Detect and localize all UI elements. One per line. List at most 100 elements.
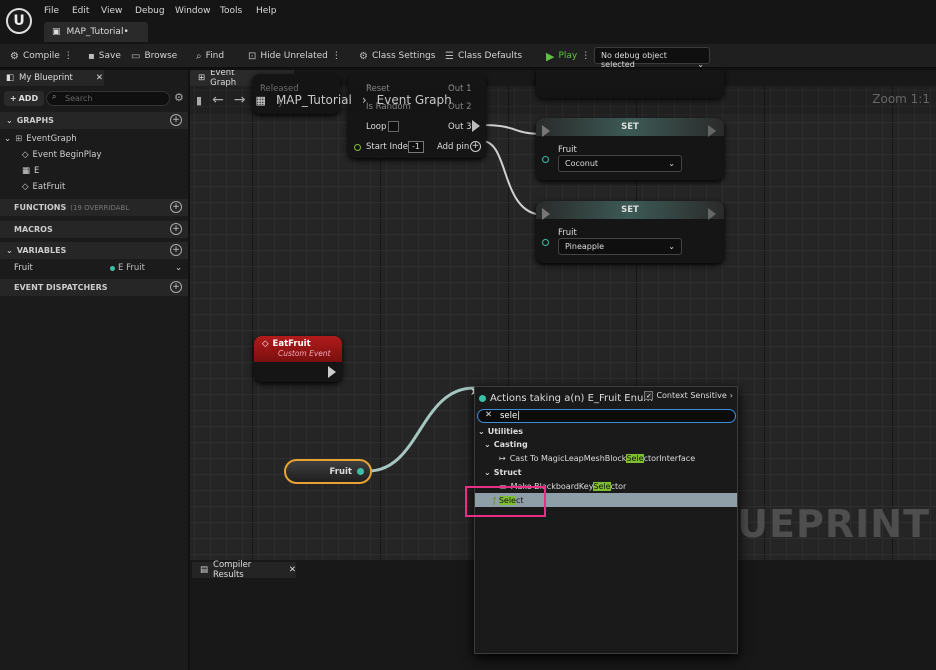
fruit-value-dropdown[interactable]: Pineapple ⌄ [558, 238, 682, 255]
category-casting[interactable]: ⌄ Casting [475, 437, 737, 451]
functions-section-header[interactable]: FUNCTIONS (19 OVERRIDABL + [0, 199, 188, 216]
set-node-pineapple[interactable]: SET Fruit Pineapple ⌄ [536, 201, 724, 263]
start-index-input[interactable]: -1 [408, 141, 424, 153]
add-graph-icon[interactable]: + [170, 114, 182, 126]
start-index-pin[interactable] [354, 144, 361, 151]
add-function-icon[interactable]: + [170, 201, 182, 213]
compiler-results-tab[interactable]: ▤ Compiler Results ✕ [192, 560, 296, 580]
variable-type[interactable]: E Fruit [110, 263, 145, 273]
start-index-label: Start Index [366, 142, 413, 152]
variables-header-label: VARIABLES [16, 246, 67, 255]
menu-view[interactable]: View [101, 6, 122, 16]
add-dispatcher-icon[interactable]: + [170, 281, 182, 293]
fruit-getter-out-pin[interactable] [357, 468, 364, 475]
add-pin-label[interactable]: Add pin [437, 142, 469, 152]
action-search-input[interactable]: ✕ sele| [477, 409, 736, 423]
add-macro-icon[interactable]: + [170, 223, 182, 235]
hide-unrelated-options-icon[interactable]: ⋮ [332, 51, 341, 61]
tree-item-eventgraph[interactable]: ⌄ ⊞ EventGraph [0, 131, 188, 147]
menu-edit[interactable]: Edit [72, 6, 89, 16]
action-cast-to-selector-interface[interactable]: ↦ Cast To MagicLeapMeshBlock Sele ctorInter… [475, 451, 737, 465]
save-icon: ▪ [88, 50, 95, 62]
out3-exec-pin[interactable] [472, 120, 480, 132]
action-menu: Actions taking a(n) E_Fruit Enum ✓ Contex… [474, 386, 738, 654]
close-icon[interactable]: ✕ [289, 565, 296, 575]
fruit-enum-pin[interactable] [542, 156, 549, 163]
settings-gear-icon[interactable]: ⚙ [174, 91, 184, 104]
close-icon[interactable]: ✕ [96, 73, 103, 83]
class-settings-button[interactable]: ⚙ Class Settings [359, 48, 435, 64]
exec-in-pin[interactable] [542, 208, 550, 220]
menu-window[interactable]: Window [175, 6, 211, 16]
set-node-coconut[interactable]: SET Fruit Coconut ⌄ [536, 118, 724, 180]
loop-checkbox[interactable] [388, 121, 399, 132]
unreal-logo-icon[interactable]: U [6, 8, 32, 34]
fruit-enum-pin[interactable] [542, 239, 549, 246]
variable-row-fruit[interactable]: Fruit E Fruit ⌄ [0, 260, 188, 276]
find-button[interactable]: ⌕ Find [196, 48, 224, 64]
menu-file[interactable]: File [44, 6, 59, 16]
gear-icon: ⚙ [359, 50, 368, 62]
find-icon: ⌕ [196, 50, 202, 62]
exec-out-pin[interactable] [708, 208, 716, 220]
class-defaults-button[interactable]: ☰ Class Defaults [445, 48, 522, 64]
fruit-drag-wire [367, 386, 475, 473]
exec-wire-out2 [481, 124, 545, 135]
document-tab[interactable]: ▣ MAP_Tutorial• [44, 22, 148, 42]
browse-button[interactable]: ▭ Browse [131, 48, 177, 64]
graphs-section-header[interactable]: ⌄ GRAPHS + [0, 112, 188, 129]
context-sensitive-toggle[interactable]: ✓ Context Sensitive › [644, 391, 733, 400]
menu-help[interactable]: Help [256, 6, 277, 16]
context-sensitive-label: Context Sensitive [656, 391, 727, 400]
exec-out-pin[interactable] [708, 125, 716, 137]
debug-object-select[interactable]: No debug object selected ⌄ [594, 47, 710, 69]
tree-item-event-beginplay[interactable]: ◇ Event BeginPlay [0, 147, 188, 163]
menu-tools[interactable]: Tools [220, 6, 242, 16]
add-pin-plus-icon[interactable]: + [470, 141, 481, 152]
breadcrumb-leaf[interactable]: Event Graph [377, 93, 452, 107]
play-icon: ▶ [546, 49, 555, 63]
event-exec-out-pin[interactable] [328, 366, 336, 378]
back-arrow-icon[interactable]: ← [212, 92, 224, 108]
play-label: Play [558, 51, 578, 61]
find-label: Find [205, 51, 225, 61]
breadcrumb-root[interactable]: MAP_Tutorial [276, 93, 352, 107]
compile-options-icon[interactable]: ⋮ [64, 51, 73, 61]
cast-arrows-icon: ↦ [499, 453, 506, 463]
add-variable-icon[interactable]: + [170, 244, 182, 256]
out3-label: Out 3 [448, 122, 472, 132]
eatfruit-event-node[interactable]: ◇ EatFruit Custom Event [254, 336, 342, 382]
category-utilities[interactable]: ⌄ Utilities [475, 424, 737, 438]
hide-unrelated-button[interactable]: ⊡ Hide Unrelated ⋮ [248, 48, 341, 64]
chevron-down-icon: ⌄ [6, 246, 13, 255]
e-label: E [34, 166, 40, 176]
clear-search-icon[interactable]: ✕ [485, 410, 492, 420]
compile-button[interactable]: ⚙ Compile ⋮ [10, 48, 73, 64]
cast-text-highlight: Sele [626, 453, 644, 463]
event-title-label: EatFruit [272, 339, 311, 349]
fruit-getter-node[interactable]: Fruit [284, 459, 372, 484]
add-button[interactable]: + ADD [4, 91, 44, 106]
tree-item-eatfruit[interactable]: ◇ EatFruit [0, 179, 188, 195]
play-options-icon[interactable]: ⋮ [581, 51, 590, 61]
blueprint-search-input[interactable]: ⌕ Search [46, 91, 170, 106]
forward-arrow-icon[interactable]: → [234, 92, 246, 108]
macros-section-header[interactable]: MACROS + [0, 221, 188, 238]
cast-text-post: ctorInterface [643, 453, 696, 463]
checkbox-checked-icon[interactable]: ✓ [644, 391, 654, 400]
tree-item-e[interactable]: ▦ E [0, 163, 188, 179]
category-struct[interactable]: ⌄ Struct [475, 465, 737, 479]
search-placeholder: Search [65, 94, 93, 103]
exec-in-pin[interactable] [542, 125, 550, 137]
my-blueprint-tab[interactable]: ◧ My Blueprint ✕ [0, 70, 104, 86]
save-button[interactable]: ▪ Save [88, 48, 121, 64]
bookmark-icon[interactable]: ▮ [196, 94, 202, 107]
event-dispatchers-section-header[interactable]: EVENT DISPATCHERS + [0, 279, 188, 296]
chevron-down-icon[interactable]: ⌄ [175, 263, 182, 273]
play-button[interactable]: ▶ Play ⋮ [546, 48, 590, 64]
debug-object-value: No debug object selected [601, 51, 667, 69]
fruit-value-dropdown[interactable]: Coconut ⌄ [558, 155, 682, 172]
menu-debug[interactable]: Debug [135, 6, 165, 16]
save-label: Save [98, 51, 121, 61]
variables-section-header[interactable]: ⌄ VARIABLES + [0, 242, 188, 259]
